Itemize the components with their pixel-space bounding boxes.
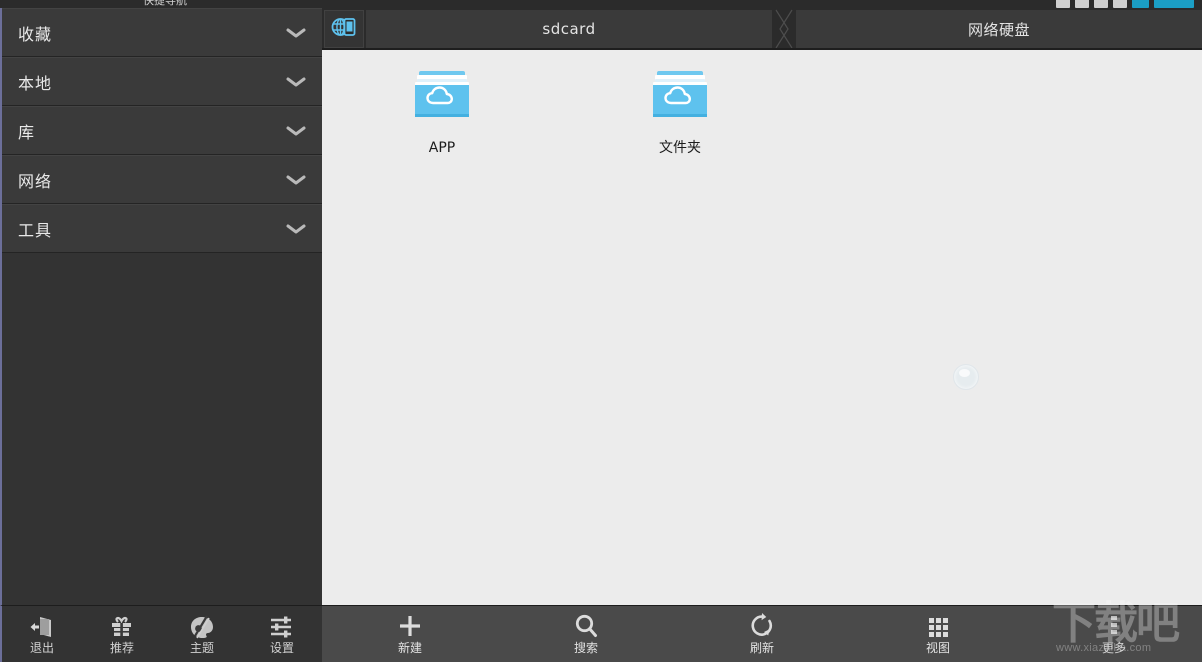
chevron-down-icon	[286, 125, 306, 137]
loading-spinner	[953, 364, 979, 390]
window-controls[interactable]	[1056, 0, 1194, 8]
refresh-button[interactable]: 刷新	[674, 606, 850, 662]
more-dots-icon	[1100, 612, 1128, 640]
globe-device-icon	[331, 15, 357, 43]
chevron-down-icon	[286, 27, 306, 39]
gift-icon	[109, 613, 135, 639]
chevron-down-icon	[286, 76, 306, 88]
theme-label: 主题	[189, 641, 214, 655]
restore-button[interactable]	[1094, 0, 1108, 8]
recommend-label: 推荐	[109, 641, 134, 655]
file-name: 文件夹	[659, 140, 701, 156]
exit-button[interactable]: 退出	[2, 606, 82, 662]
sidebar-item-label: 网络	[18, 171, 53, 191]
window-title: 快捷导航	[143, 0, 187, 7]
search-icon	[572, 612, 600, 640]
sidebar-item-favorites[interactable]: 收藏	[2, 8, 322, 57]
tab-sdcard[interactable]: sdcard	[366, 10, 772, 48]
sidebar-item-label: 收藏	[18, 24, 53, 44]
close-button[interactable]	[1132, 0, 1149, 8]
settings-button[interactable]: 设置	[242, 606, 322, 662]
grid-icon	[924, 612, 952, 640]
view-label: 视图	[925, 641, 950, 655]
new-button[interactable]: 新建	[322, 606, 498, 662]
sidebar-item-library[interactable]: 库	[2, 106, 322, 155]
sliders-icon	[269, 613, 295, 639]
refresh-icon	[748, 612, 776, 640]
recommend-button[interactable]: 推荐	[82, 606, 162, 662]
tab-label: sdcard	[542, 20, 596, 38]
refresh-label: 刷新	[749, 641, 774, 655]
extra-button[interactable]	[1154, 0, 1194, 8]
more-button[interactable]: 更多	[1026, 606, 1202, 662]
sidebar-item-tools[interactable]: 工具	[2, 204, 322, 253]
plus-icon	[396, 612, 424, 640]
tab-bar: sdcard 网络硬盘	[322, 8, 1202, 50]
exit-icon	[29, 613, 55, 639]
minimize-button[interactable]	[1056, 0, 1070, 8]
sidebar-item-label: 本地	[18, 73, 53, 93]
search-label: 搜索	[573, 641, 598, 655]
file-item-folder[interactable]: 文件夹	[620, 63, 740, 157]
file-grid: APP 文件夹	[322, 50, 1202, 157]
window-title-bar: 快捷导航	[0, 0, 1202, 8]
tab-label: 网络硬盘	[967, 20, 1030, 39]
chevron-down-icon	[286, 174, 306, 186]
search-button[interactable]: 搜索	[498, 606, 674, 662]
palette-icon	[189, 613, 215, 639]
theme-button[interactable]: 主题	[162, 606, 242, 662]
file-item-app[interactable]: APP	[382, 63, 502, 157]
tab-network-drive[interactable]: 网络硬盘	[796, 10, 1202, 48]
sidebar-empty-area	[2, 261, 324, 605]
sidebar-bottom-toolbar: 退出 推荐 主题 设置	[0, 605, 322, 662]
view-button[interactable]: 视图	[850, 606, 1026, 662]
exit-label: 退出	[29, 641, 54, 655]
sidebar-item-label: 工具	[18, 220, 53, 240]
more-label: 更多	[1101, 641, 1126, 655]
settings-label: 设置	[269, 641, 294, 655]
cloud-folder-icon	[647, 63, 713, 133]
new-label: 新建	[397, 641, 422, 655]
sidebar-item-local[interactable]: 本地	[2, 57, 322, 106]
sidebar: 收藏 本地 库 网络 工具	[0, 8, 324, 605]
help-button[interactable]	[1113, 0, 1127, 8]
bottom-toolbar: 新建 搜索 刷新 视图 更多	[322, 605, 1202, 662]
cloud-folder-icon	[409, 63, 475, 133]
file-name: APP	[428, 140, 456, 156]
tab-separator	[772, 8, 796, 50]
sidebar-item-label: 库	[18, 122, 36, 142]
sidebar-item-network[interactable]: 网络	[2, 155, 322, 204]
file-browser-content: APP 文件夹	[322, 50, 1202, 605]
maximize-button[interactable]	[1075, 0, 1089, 8]
device-selector-button[interactable]	[324, 10, 364, 48]
chevron-down-icon	[286, 223, 306, 235]
